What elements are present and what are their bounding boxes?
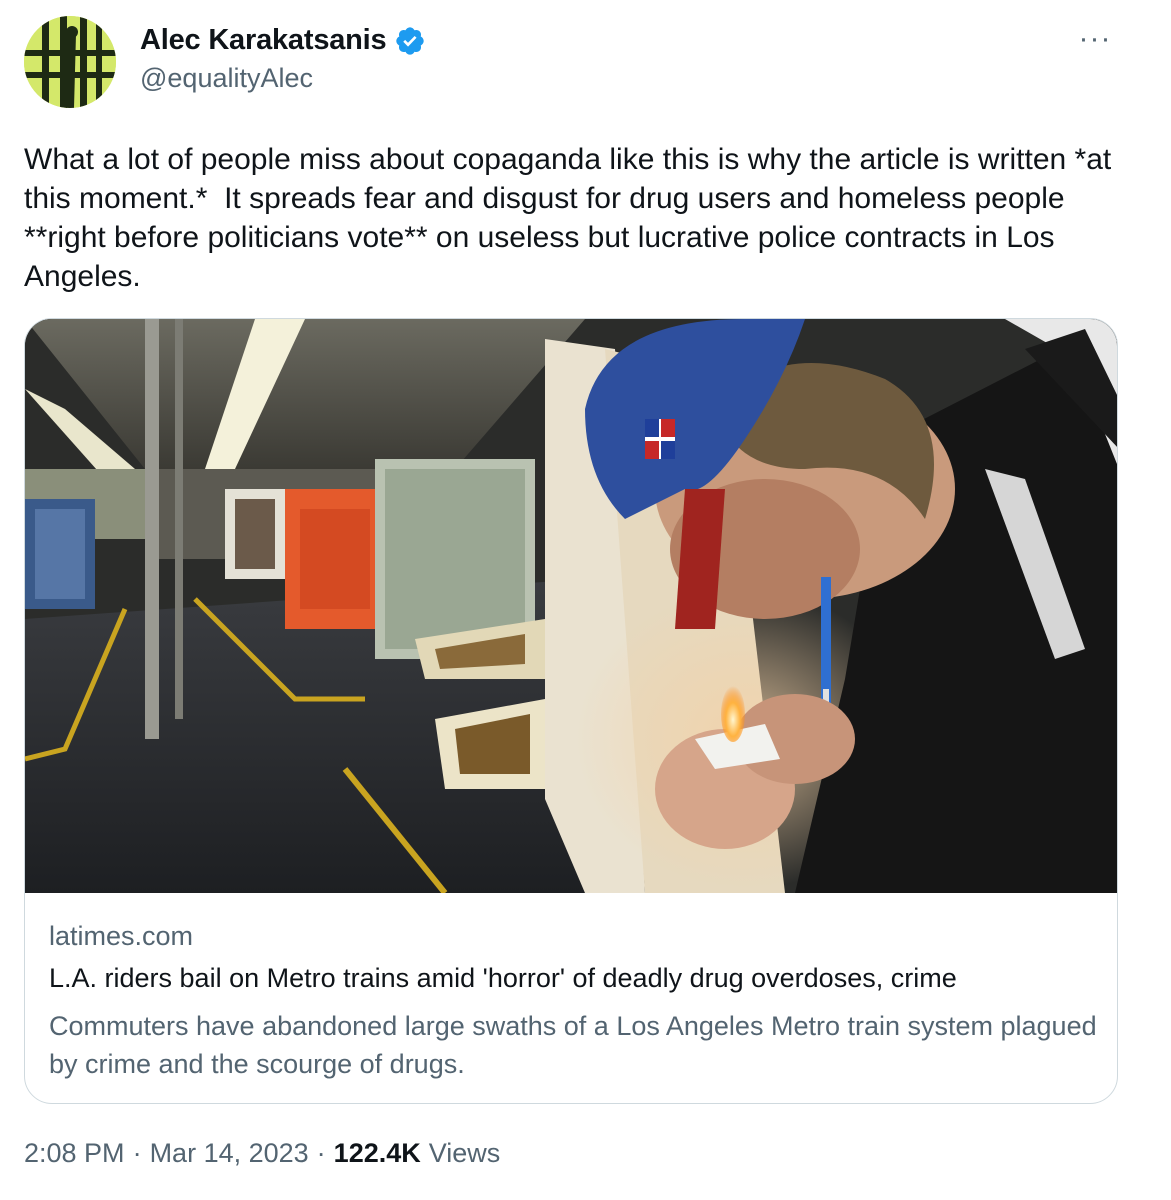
avatar-jail-bars-icon bbox=[24, 16, 116, 108]
meta-separator: · bbox=[132, 1138, 142, 1168]
verified-badge-icon bbox=[396, 26, 425, 55]
author-handle[interactable]: @equalityAlec bbox=[140, 63, 313, 94]
author-name-row: Alec Karakatsanis bbox=[140, 24, 426, 57]
tweet-meta: 2:08 PM · Mar 14, 2023 · 122.4K Views bbox=[24, 1138, 500, 1169]
more-horizontal-icon: ··· bbox=[1078, 22, 1112, 55]
tweet: Alec Karakatsanis @equalityAlec ··· What… bbox=[0, 0, 1171, 1200]
author-display-name[interactable]: Alec Karakatsanis bbox=[140, 24, 387, 57]
tweet-time[interactable]: 2:08 PM bbox=[24, 1138, 125, 1169]
views-label: Views bbox=[428, 1138, 501, 1168]
article-photo-metro-train-icon bbox=[25, 319, 1117, 893]
tweet-text: What a lot of people miss about copagand… bbox=[24, 143, 1120, 293]
tweet-date[interactable]: Mar 14, 2023 bbox=[150, 1138, 309, 1169]
link-card[interactable]: latimes.com L.A. riders bail on Metro tr… bbox=[24, 318, 1118, 1104]
more-options-button[interactable]: ··· bbox=[1075, 22, 1115, 55]
views-count[interactable]: 122.4K bbox=[334, 1138, 421, 1169]
meta-separator: · bbox=[316, 1138, 326, 1168]
link-card-description: Commuters have abandoned large swaths of… bbox=[49, 1011, 1097, 1079]
link-card-title[interactable]: L.A. riders bail on Metro trains amid 'h… bbox=[49, 963, 957, 994]
link-card-domain: latimes.com bbox=[49, 921, 194, 951]
link-card-image bbox=[25, 319, 1117, 893]
author-avatar[interactable] bbox=[24, 16, 116, 108]
